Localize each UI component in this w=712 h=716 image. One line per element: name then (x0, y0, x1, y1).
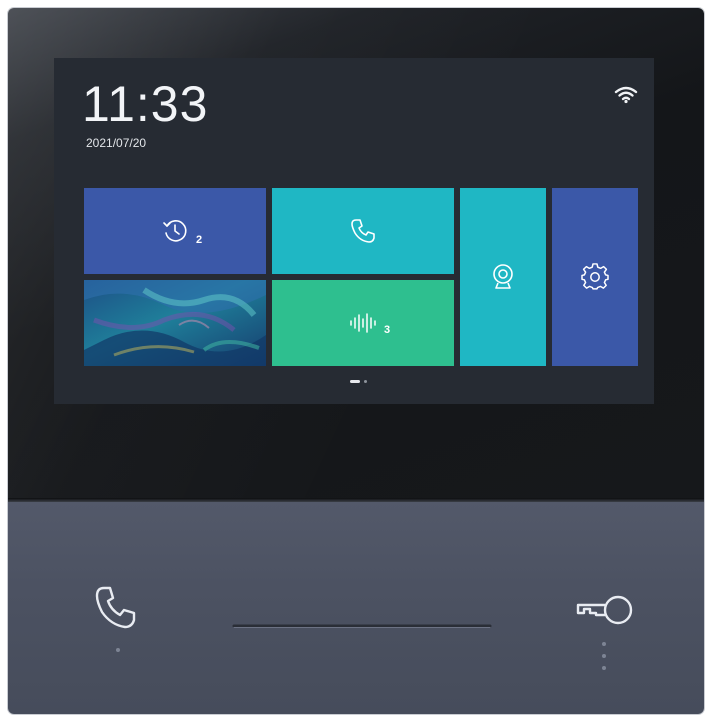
monitor-tile[interactable] (460, 188, 546, 366)
call-history-tile[interactable]: 2 (84, 188, 266, 274)
page-indicator[interactable] (350, 380, 372, 384)
voice-message-tile[interactable]: 3 (272, 280, 454, 366)
settings-tile[interactable] (552, 188, 638, 366)
page-dot (364, 380, 367, 383)
gear-icon (581, 263, 609, 291)
call-led (116, 648, 120, 652)
hardware-call-button[interactable] (90, 584, 146, 636)
history-count-badge: 2 (196, 234, 203, 246)
clock-time: 11:33 (82, 76, 209, 132)
history-clock-icon (162, 218, 188, 244)
unlock-led-2 (602, 654, 606, 658)
phone-icon (349, 217, 377, 245)
touch-screen: 11:33 2021/07/20 2 3 (54, 58, 654, 404)
voice-message-icon (348, 312, 378, 334)
voice-count-badge: 3 (384, 324, 391, 336)
unlock-led-3 (602, 666, 606, 670)
glass-bezel: 11:33 2021/07/20 2 3 (8, 8, 704, 500)
speaker-slot (232, 616, 492, 628)
page-dot-active (350, 380, 360, 383)
hardware-unlock-button[interactable] (572, 590, 638, 630)
wallpaper-image[interactable] (84, 280, 266, 366)
call-tile[interactable] (272, 188, 454, 274)
hardware-panel (8, 502, 704, 714)
clock-date: 2021/07/20 (86, 136, 147, 150)
intercom-device: 11:33 2021/07/20 2 3 (8, 8, 704, 714)
wifi-icon (614, 86, 638, 104)
camera-monitor-icon (490, 263, 516, 291)
unlock-led-1 (602, 642, 606, 646)
